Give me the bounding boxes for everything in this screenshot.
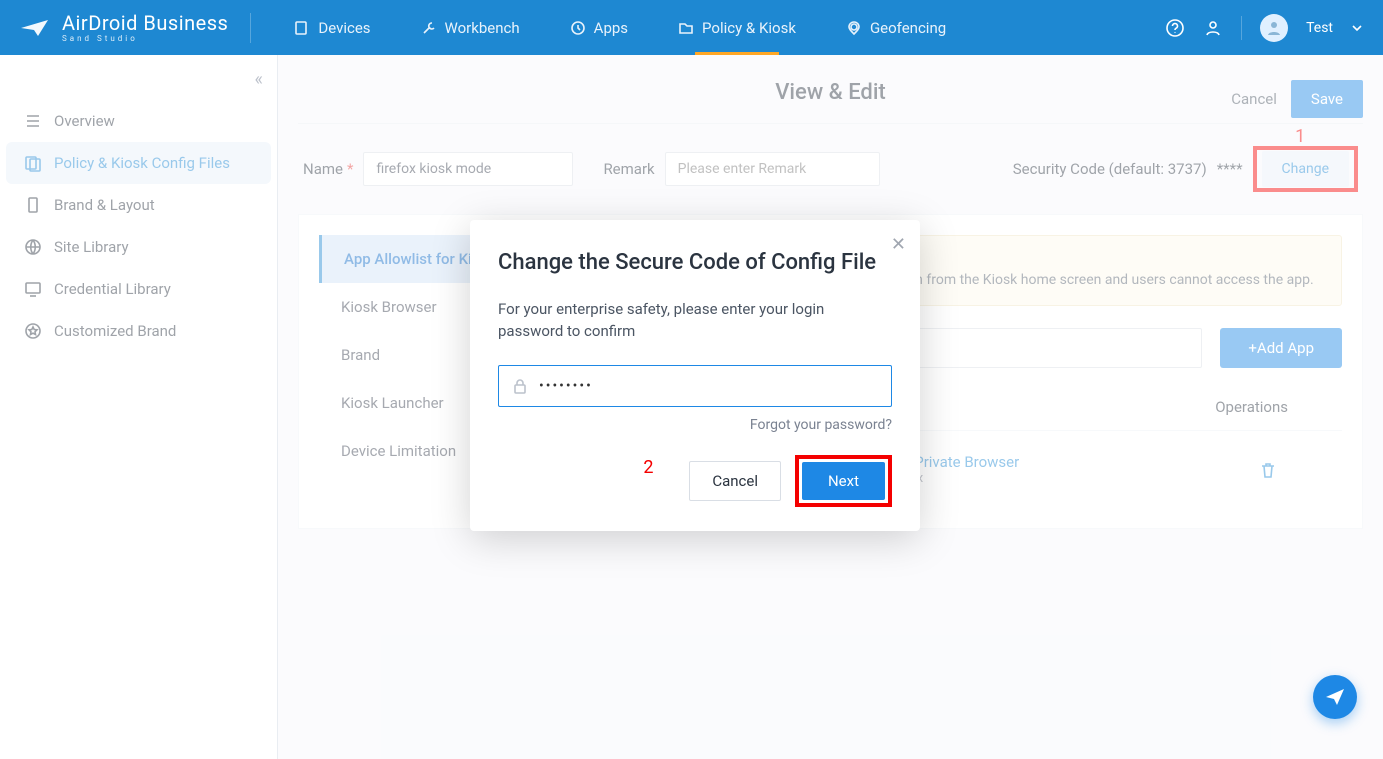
sidebar: « Overview Policy & Kiosk Config Files B…	[0, 55, 278, 759]
modal-next-button[interactable]: Next	[802, 462, 885, 500]
wrench-icon	[421, 20, 437, 36]
help-icon[interactable]	[1165, 18, 1185, 38]
security-code-mask: ****	[1217, 160, 1243, 178]
operations-header: Operations	[1215, 398, 1288, 416]
close-icon[interactable]: ✕	[891, 234, 906, 255]
modal-text: For your enterprise safety, please enter…	[498, 298, 892, 343]
files-icon	[24, 154, 42, 172]
sidebar-item-site-library[interactable]: Site Library	[6, 226, 271, 268]
modal-title: Change the Secure Code of Config File	[498, 248, 892, 278]
phone-icon	[24, 196, 42, 214]
folder-icon	[678, 20, 694, 36]
lock-icon	[511, 377, 529, 395]
nav-workbench[interactable]: Workbench	[396, 0, 545, 55]
name-input[interactable]	[363, 152, 573, 186]
apps-icon	[570, 20, 586, 36]
chevron-down-icon[interactable]	[1351, 22, 1363, 34]
nav-devices[interactable]: Devices	[269, 0, 395, 55]
collapse-button[interactable]: «	[0, 65, 277, 100]
remark-input[interactable]	[665, 152, 880, 186]
header-right: Test	[1165, 14, 1363, 42]
logo: AirDroid Business Sand Studio	[20, 13, 228, 43]
avatar[interactable]	[1260, 14, 1288, 42]
floating-action-button[interactable]	[1313, 675, 1357, 719]
password-input[interactable]	[539, 378, 879, 394]
location-icon	[846, 20, 862, 36]
sidebar-item-brand-layout[interactable]: Brand & Layout	[6, 184, 271, 226]
sidebar-item-config-files[interactable]: Policy & Kiosk Config Files	[6, 142, 271, 184]
annotation-2: 2	[643, 457, 653, 478]
forgot-password-link[interactable]: Forgot your password?	[498, 417, 892, 433]
modal-cancel-button[interactable]: Cancel	[689, 461, 781, 501]
app-header: AirDroid Business Sand Studio Devices Wo…	[0, 0, 1383, 55]
support-icon[interactable]	[1203, 18, 1223, 38]
delete-icon[interactable]	[1258, 460, 1278, 480]
name-label: Name*	[303, 160, 353, 178]
sidebar-item-credential[interactable]: Credential Library	[6, 268, 271, 310]
change-button[interactable]: Change	[1262, 151, 1349, 187]
page-header: View & Edit	[288, 80, 1373, 123]
globe-icon	[24, 238, 42, 256]
user-name[interactable]: Test	[1306, 20, 1333, 36]
star-icon	[24, 322, 42, 340]
form-row: Name* Remark Security Code (default: 373…	[288, 124, 1373, 214]
cancel-button[interactable]: Cancel	[1231, 90, 1277, 108]
devices-icon	[294, 20, 310, 36]
page-title: View & Edit	[775, 80, 886, 105]
remark-label: Remark	[603, 160, 654, 178]
add-app-button[interactable]: +Add App	[1220, 328, 1342, 368]
send-icon	[1324, 686, 1346, 708]
logo-text: AirDroid Business	[62, 13, 228, 33]
annotation-box-1: 1 Change	[1253, 146, 1358, 192]
list-icon	[24, 112, 42, 130]
nav-apps[interactable]: Apps	[545, 0, 653, 55]
annotation-box-2: Next	[795, 455, 892, 507]
change-code-modal: ✕ Change the Secure Code of Config File …	[470, 220, 920, 531]
top-nav: Devices Workbench Apps Policy & Kiosk Ge…	[269, 0, 971, 55]
monitor-icon	[24, 280, 42, 298]
sidebar-item-overview[interactable]: Overview	[6, 100, 271, 142]
nav-policy-kiosk[interactable]: Policy & Kiosk	[653, 0, 821, 55]
nav-geofencing[interactable]: Geofencing	[821, 0, 971, 55]
divider	[250, 13, 251, 43]
logo-subtext: Sand Studio	[62, 35, 228, 43]
password-input-wrapper	[498, 365, 892, 407]
paper-plane-icon	[20, 18, 52, 38]
security-code-label: Security Code (default: 3737)	[1013, 160, 1207, 178]
annotation-1: 1	[1295, 126, 1305, 147]
save-button[interactable]: Save	[1291, 80, 1363, 118]
sidebar-item-customized-brand[interactable]: Customized Brand	[6, 310, 271, 352]
